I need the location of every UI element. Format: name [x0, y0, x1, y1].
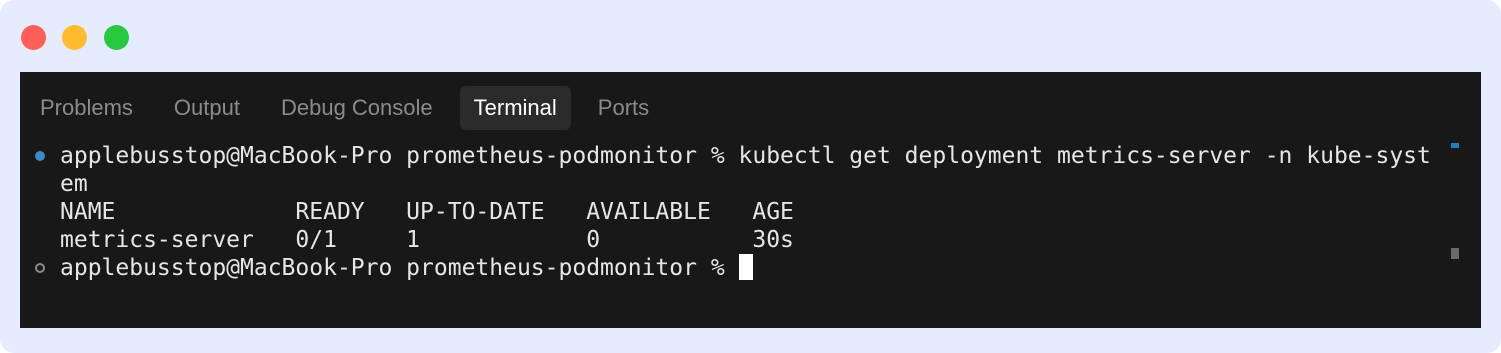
bottom-panel: Problems Output Debug Console Terminal P… — [20, 72, 1481, 328]
terminal-line-wrap: em — [60, 171, 88, 197]
scrollbar-thumb[interactable] — [1451, 248, 1459, 259]
zoom-window-button[interactable] — [104, 25, 129, 50]
terminal-line-row: metrics-server 0/1 1 0 30s — [60, 227, 794, 253]
close-window-button[interactable] — [21, 25, 46, 50]
minimize-window-button[interactable] — [62, 25, 87, 50]
command-success-marker-icon[interactable] — [35, 151, 45, 161]
terminal-line-header: NAME READY UP-TO-DATE AVAILABLE AGE — [60, 199, 794, 225]
terminal-window: Problems Output Debug Console Terminal P… — [0, 0, 1501, 353]
prompt-text: applebusstop@MacBook-Pro prometheus-podm… — [60, 255, 739, 281]
scrollbar-marker — [1451, 143, 1459, 148]
terminal-output[interactable]: applebusstop@MacBook-Pro prometheus-podm… — [20, 72, 1481, 328]
terminal-line-prompt[interactable]: applebusstop@MacBook-Pro prometheus-podm… — [60, 254, 753, 282]
text-cursor — [738, 254, 753, 280]
command-pending-marker-icon[interactable] — [35, 263, 45, 273]
terminal-line-command: applebusstop@MacBook-Pro prometheus-podm… — [60, 143, 1431, 169]
